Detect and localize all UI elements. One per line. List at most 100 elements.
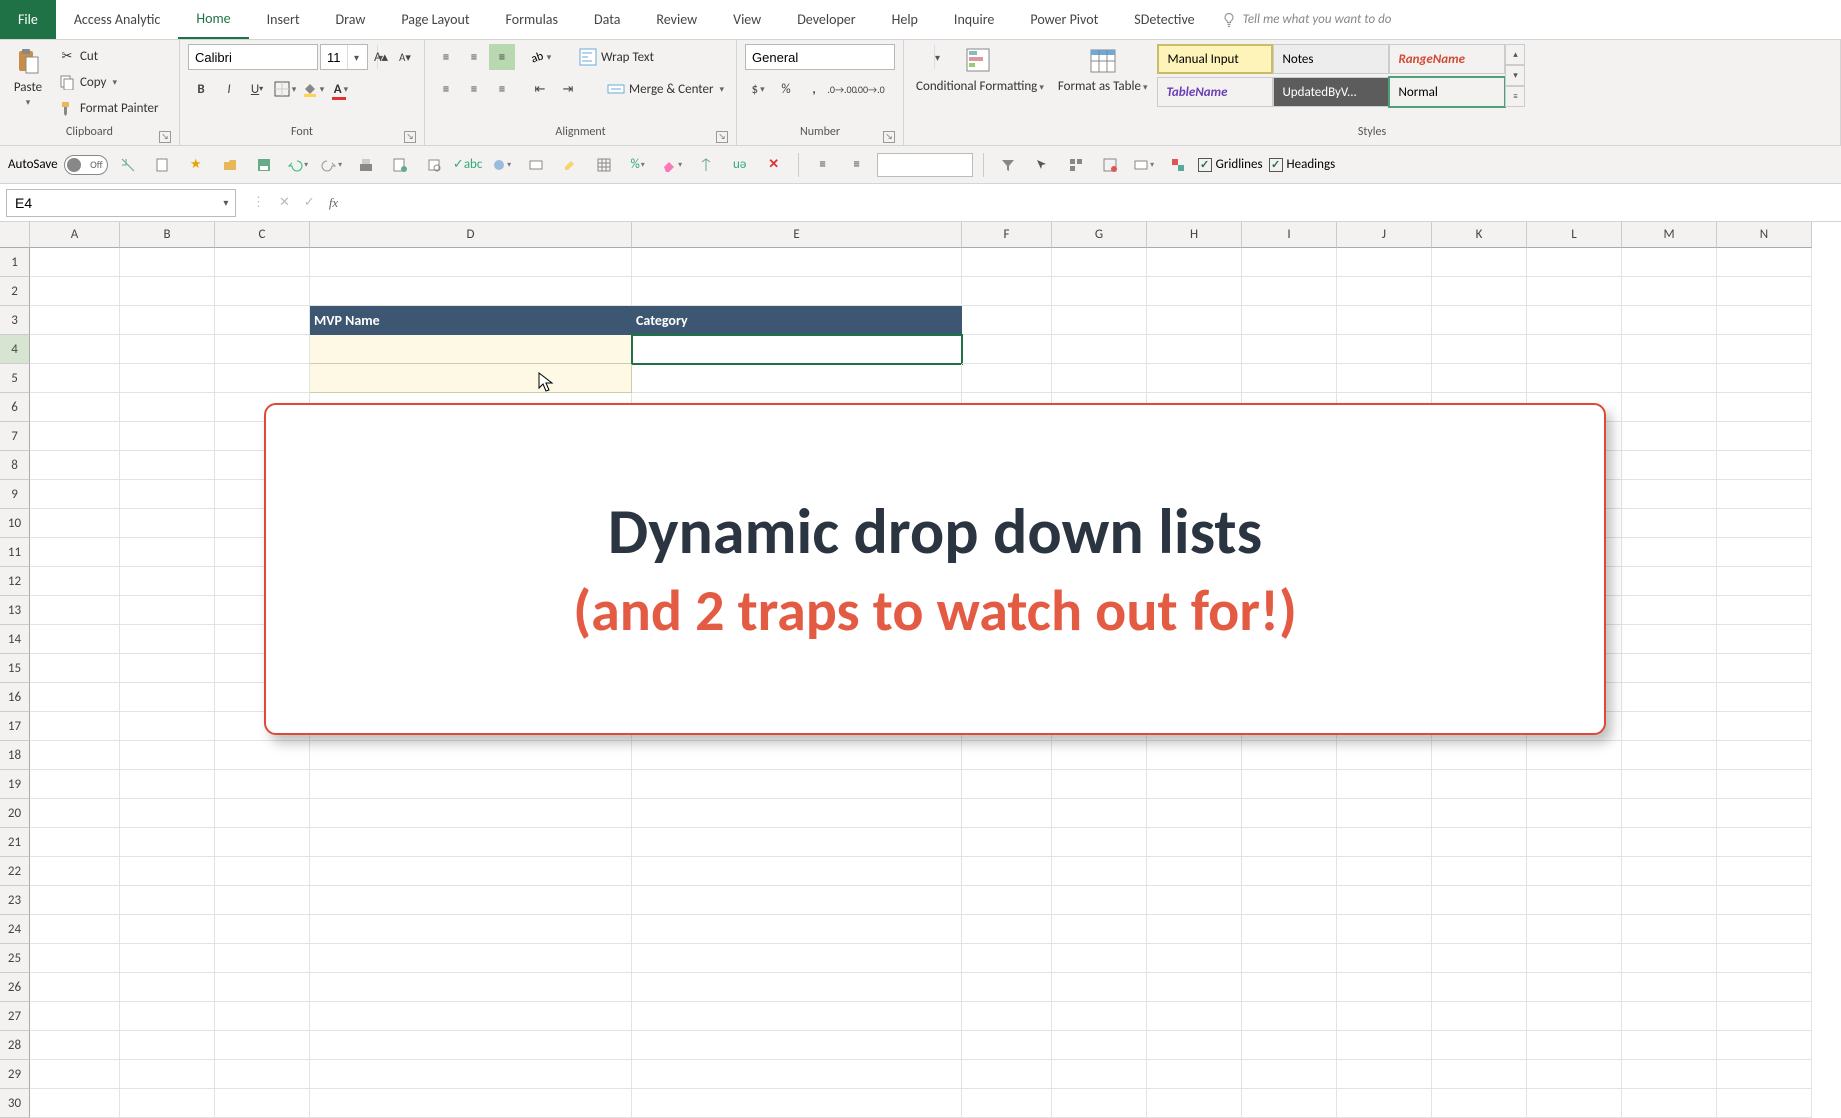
cell-N11[interactable] <box>1717 538 1812 567</box>
cell-J27[interactable] <box>1337 1002 1432 1031</box>
cell-C3[interactable] <box>215 306 310 335</box>
cell-D26[interactable] <box>310 973 632 1002</box>
cell-L4[interactable] <box>1527 335 1622 364</box>
cell-I25[interactable] <box>1242 944 1337 973</box>
row-header-30[interactable]: 30 <box>0 1089 30 1118</box>
accounting-format-button[interactable]: $ <box>745 76 771 102</box>
cell-M27[interactable] <box>1622 1002 1717 1031</box>
cell-N15[interactable] <box>1717 654 1812 683</box>
cell-J24[interactable] <box>1337 915 1432 944</box>
cell-F1[interactable] <box>962 248 1052 277</box>
align-left-button[interactable]: ≡ <box>433 76 459 102</box>
row-header-18[interactable]: 18 <box>0 741 30 770</box>
cell-F29[interactable] <box>962 1060 1052 1089</box>
cell-A2[interactable] <box>30 277 120 306</box>
tab-file[interactable]: File <box>0 0 56 39</box>
alignment-dialog-launcher[interactable]: ↘ <box>716 131 728 143</box>
cell-L18[interactable] <box>1527 741 1622 770</box>
cell-M1[interactable] <box>1622 248 1717 277</box>
cell-N14[interactable] <box>1717 625 1812 654</box>
col-header-N[interactable]: N <box>1717 222 1812 248</box>
cell-L25[interactable] <box>1527 944 1622 973</box>
tab-sdetective[interactable]: SDetective <box>1116 0 1212 39</box>
qat-button-1[interactable] <box>114 151 142 179</box>
cell-N7[interactable] <box>1717 422 1812 451</box>
cell-M11[interactable] <box>1622 538 1717 567</box>
row-header-8[interactable]: 8 <box>0 451 30 480</box>
cell-F27[interactable] <box>962 1002 1052 1031</box>
cell-C24[interactable] <box>215 915 310 944</box>
cell-N12[interactable] <box>1717 567 1812 596</box>
cell-F4[interactable] <box>962 335 1052 364</box>
col-header-L[interactable]: L <box>1527 222 1622 248</box>
cell-J26[interactable] <box>1337 973 1432 1002</box>
cell-D30[interactable] <box>310 1089 632 1118</box>
underline-button[interactable]: U▾ <box>244 76 270 102</box>
row-header-6[interactable]: 6 <box>0 393 30 422</box>
cell-M7[interactable] <box>1622 422 1717 451</box>
cell-C30[interactable] <box>215 1089 310 1118</box>
cell-A15[interactable] <box>30 654 120 683</box>
decrease-indent-button[interactable]: ⇤ <box>527 76 553 102</box>
row-header-11[interactable]: 11 <box>0 538 30 567</box>
cell-G4[interactable] <box>1052 335 1147 364</box>
cell-D2[interactable] <box>310 277 632 306</box>
cell-K2[interactable] <box>1432 277 1527 306</box>
bold-button[interactable]: B <box>188 76 214 102</box>
qat-button-8[interactable] <box>352 151 380 179</box>
decrease-decimal-button[interactable]: .00→.0 <box>857 76 883 102</box>
qat-button-9[interactable] <box>386 151 414 179</box>
tab-draw[interactable]: Draw <box>318 0 384 39</box>
cell-J3[interactable] <box>1337 306 1432 335</box>
style-manual-input[interactable]: Manual Input <box>1157 44 1273 74</box>
filter-button[interactable] <box>994 151 1022 179</box>
cell-H19[interactable] <box>1147 770 1242 799</box>
cell-M10[interactable] <box>1622 509 1717 538</box>
row-header-29[interactable]: 29 <box>0 1060 30 1089</box>
cell-A17[interactable] <box>30 712 120 741</box>
cell-N10[interactable] <box>1717 509 1812 538</box>
cell-E4[interactable] <box>632 335 962 364</box>
tab-home[interactable]: Home <box>178 0 248 39</box>
row-header-5[interactable]: 5 <box>0 364 30 393</box>
cell-M21[interactable] <box>1622 828 1717 857</box>
cell-M13[interactable] <box>1622 596 1717 625</box>
decrease-font-icon[interactable]: A▾ <box>394 46 416 68</box>
cut-button[interactable]: ✂Cut <box>54 44 163 68</box>
cell-N22[interactable] <box>1717 857 1812 886</box>
cell-I29[interactable] <box>1242 1060 1337 1089</box>
name-box[interactable]: ▾ <box>6 189 236 217</box>
cell-E27[interactable] <box>632 1002 962 1031</box>
percent-button[interactable]: % <box>624 151 652 179</box>
qat-button-27[interactable] <box>1130 151 1158 179</box>
cell-M4[interactable] <box>1622 335 1717 364</box>
cell-M5[interactable] <box>1622 364 1717 393</box>
cell-I24[interactable] <box>1242 915 1337 944</box>
cell-A25[interactable] <box>30 944 120 973</box>
cell-L27[interactable] <box>1527 1002 1622 1031</box>
cell-K24[interactable] <box>1432 915 1527 944</box>
row-header-23[interactable]: 23 <box>0 886 30 915</box>
print-preview-button[interactable] <box>420 151 448 179</box>
cell-A21[interactable] <box>30 828 120 857</box>
cell-D20[interactable] <box>310 799 632 828</box>
cell-K4[interactable] <box>1432 335 1527 364</box>
cell-C20[interactable] <box>215 799 310 828</box>
cell-B8[interactable] <box>120 451 215 480</box>
cell-L23[interactable] <box>1527 886 1622 915</box>
cell-A3[interactable] <box>30 306 120 335</box>
cell-B15[interactable] <box>120 654 215 683</box>
cell-H4[interactable] <box>1147 335 1242 364</box>
cell-I27[interactable] <box>1242 1002 1337 1031</box>
row-header-22[interactable]: 22 <box>0 857 30 886</box>
cell-F25[interactable] <box>962 944 1052 973</box>
cell-A24[interactable] <box>30 915 120 944</box>
cell-C28[interactable] <box>215 1031 310 1060</box>
style-normal[interactable]: Normal <box>1389 77 1505 107</box>
cell-E18[interactable] <box>632 741 962 770</box>
cell-I21[interactable] <box>1242 828 1337 857</box>
cell-B9[interactable] <box>120 480 215 509</box>
tab-review[interactable]: Review <box>638 0 715 39</box>
cell-B23[interactable] <box>120 886 215 915</box>
row-header-26[interactable]: 26 <box>0 973 30 1002</box>
